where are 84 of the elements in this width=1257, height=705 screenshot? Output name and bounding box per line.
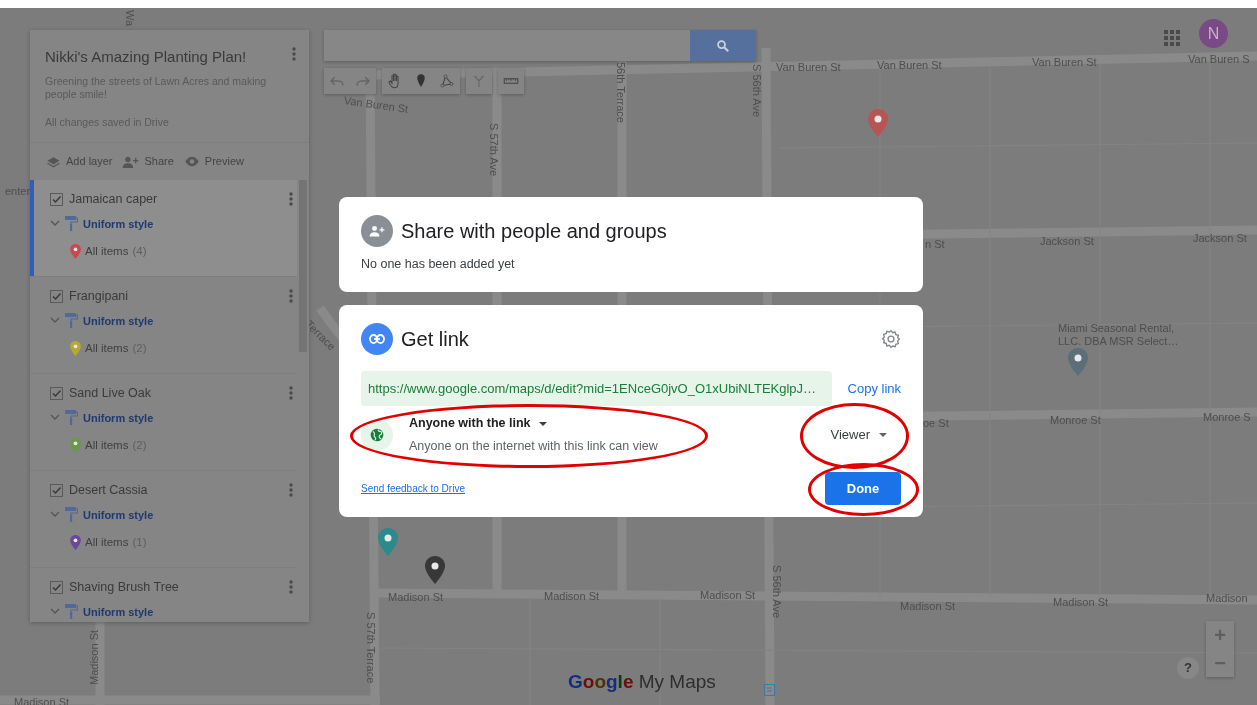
checkbox[interactable] xyxy=(50,580,63,594)
style-link[interactable]: Uniform style xyxy=(83,506,154,523)
chevron-down-icon[interactable] xyxy=(50,317,60,325)
paint-roller-icon xyxy=(65,604,78,620)
checkbox[interactable] xyxy=(50,289,63,303)
apps-grid-icon[interactable] xyxy=(1164,29,1180,46)
checkbox[interactable] xyxy=(50,483,63,497)
layer-name: Frangipani xyxy=(69,287,129,305)
street-label: S 57th Ave xyxy=(487,123,500,176)
search-icon xyxy=(716,38,730,53)
map-symbol-icon xyxy=(764,684,775,696)
more-options-icon[interactable] xyxy=(292,47,296,61)
globe-icon xyxy=(361,419,393,451)
eye-icon xyxy=(183,156,200,167)
style-link[interactable]: Uniform style xyxy=(83,312,154,329)
polyline-icon[interactable] xyxy=(438,72,456,90)
style-link[interactable]: Uniform style xyxy=(83,215,154,232)
more-options-icon[interactable] xyxy=(289,579,293,594)
layer-name: Jamaican caper xyxy=(69,190,158,208)
layer-name: Desert Cassia xyxy=(69,481,148,499)
search-button[interactable] xyxy=(690,30,756,61)
dialog-title: Share with people and groups xyxy=(401,219,667,244)
more-options-icon[interactable] xyxy=(289,482,293,497)
chevron-down-icon[interactable] xyxy=(50,608,60,616)
checkbox[interactable] xyxy=(50,386,63,400)
chevron-down-icon[interactable] xyxy=(50,414,60,422)
zoom-in-button[interactable]: + xyxy=(1206,621,1234,649)
more-options-icon[interactable] xyxy=(289,191,293,206)
layer-card[interactable]: Shaving Brush Tree Uniform style xyxy=(30,567,297,622)
map-pin-icon[interactable] xyxy=(1068,348,1088,376)
map-title[interactable]: Nikki's Amazing Planting Plan! xyxy=(45,46,293,69)
street-label: Van Buren St xyxy=(877,59,942,72)
style-link[interactable]: Uniform style xyxy=(83,603,154,620)
person-add-icon xyxy=(361,215,393,247)
chevron-down-icon[interactable] xyxy=(50,511,60,519)
items-label[interactable]: All items xyxy=(85,534,129,552)
zoom-out-button[interactable]: − xyxy=(1206,649,1234,677)
street-label: Madison St xyxy=(700,589,756,602)
items-label[interactable]: All items xyxy=(85,340,129,358)
settings-icon[interactable] xyxy=(881,328,901,349)
street-label: Van Buren St xyxy=(1032,56,1097,69)
account-avatar[interactable]: N xyxy=(1199,19,1228,48)
street-label: S 57th Terrace xyxy=(364,612,377,684)
person-add-icon xyxy=(122,155,140,168)
paint-roller-icon xyxy=(65,313,78,329)
caret-icon xyxy=(538,421,547,426)
street-label: Madison xyxy=(1206,592,1248,605)
chevron-down-icon[interactable] xyxy=(50,220,60,228)
street-label: Van Buren St xyxy=(776,61,841,74)
layer-name: Sand Live Oak xyxy=(69,384,151,402)
items-label[interactable]: All items xyxy=(85,243,129,261)
preview-button[interactable]: Preview xyxy=(183,153,244,170)
paint-roller-icon xyxy=(65,410,78,426)
copy-link-button[interactable]: Copy link xyxy=(847,374,901,403)
link-icon xyxy=(361,322,393,355)
app-logo: Google My Maps xyxy=(568,670,716,694)
link-field[interactable]: https://www.google.com/maps/d/edit?mid=1ENceG0jvO_O1xUbiNLTEKglpJ… xyxy=(361,370,832,407)
more-options-icon[interactable] xyxy=(289,288,293,303)
layers-icon xyxy=(46,155,61,168)
map-pin-icon[interactable] xyxy=(425,556,445,584)
dialog-title: Get link xyxy=(401,326,470,352)
help-button[interactable]: ? xyxy=(1177,657,1199,679)
checkbox[interactable] xyxy=(50,192,63,206)
search-field[interactable] xyxy=(324,30,756,61)
paint-roller-icon xyxy=(65,507,78,523)
style-link[interactable]: Uniform style xyxy=(83,409,154,426)
add-layer-button[interactable]: Add layer xyxy=(46,153,113,170)
access-dropdown[interactable]: Anyone with the link xyxy=(409,414,547,433)
caret-icon xyxy=(879,433,887,437)
access-description: Anyone on the internet with this link can view xyxy=(409,438,658,455)
street-label: 56th Terrace xyxy=(614,62,627,123)
street-label: Madison St xyxy=(544,590,600,603)
feedback-link[interactable]: Send feedback to Drive xyxy=(361,480,465,496)
paint-roller-icon xyxy=(65,216,78,232)
items-label[interactable]: All items xyxy=(85,437,129,455)
street-label: Madison St xyxy=(388,591,444,604)
done-button[interactable]: Done xyxy=(825,471,901,505)
layer-name: Shaving Brush Tree xyxy=(69,578,179,596)
more-options-icon[interactable] xyxy=(289,385,293,400)
share-button[interactable]: Share xyxy=(122,153,174,170)
street-label: Van Buren S xyxy=(1188,53,1250,66)
empty-status: No one has been added yet xyxy=(361,256,516,273)
role-dropdown[interactable]: Viewer xyxy=(824,421,893,449)
street-label: Madison St xyxy=(1053,596,1109,609)
